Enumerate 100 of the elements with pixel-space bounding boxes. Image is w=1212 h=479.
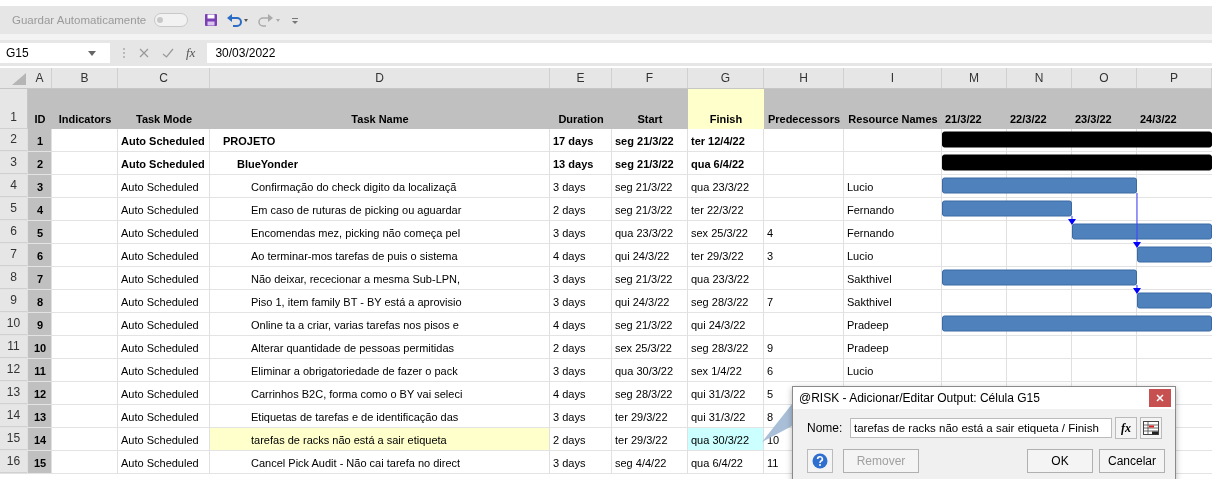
table-cell: seg 21/3/22 [615,319,673,331]
row-number[interactable]: 7 [0,244,28,266]
table-cell: Sakthivel [847,273,892,285]
check-icon[interactable] [162,47,174,59]
dependency-arrow [1133,192,1141,248]
column-header[interactable]: P [1137,68,1212,88]
row-number[interactable]: 13 [0,382,28,404]
column-header[interactable]: I [844,68,942,88]
table-cell: Auto Scheduled [121,457,199,469]
table-cell: Auto Scheduled [121,204,199,216]
table-cell-text: PROJETO [222,134,277,149]
row-number[interactable]: 16 [0,451,28,473]
table-cell: qua 23/3/22 [615,227,674,239]
name-box[interactable]: G15 [0,43,110,63]
column-header[interactable]: F [612,68,688,88]
column-heading: Predecessors [766,112,842,127]
column-header[interactable]: E [550,68,612,88]
table-cell: sex 25/3/22 [615,342,672,354]
column-header[interactable]: M [942,68,1007,88]
dropdown-icon[interactable] [88,50,96,56]
column-heading: ID [33,112,47,127]
row-number[interactable]: 2 [0,129,28,151]
row-number[interactable]: 8 [0,267,28,289]
column-heading: Start [636,112,664,127]
save-icon[interactable] [204,13,219,27]
table-cell: 13 [28,405,52,427]
help-button[interactable] [807,449,833,473]
row-number[interactable]: 9 [0,290,28,312]
table-cell: Auto Scheduled [121,319,199,331]
table-cell: qui 24/3/22 [615,296,670,308]
select-range-button[interactable] [1140,417,1162,439]
column-header[interactable]: A [28,68,52,88]
name-field[interactable]: tarefas de racks não está a sair etiqueta / Finish [850,418,1112,438]
table-cell-text: qua 6/4/22 [690,456,744,471]
table-cell: 7 [767,296,774,308]
dialog-title: @RISK - Adicionar/Editar Output: Célula G15 [799,391,1040,405]
column-heading: Task Mode [135,112,193,127]
table-cell: 4 days [553,319,586,331]
table-cell: 4 [28,198,52,220]
column-heading: Duration [557,112,605,127]
close-button[interactable] [1149,389,1171,407]
column-header[interactable]: N [1007,68,1072,88]
table-cell: seg 4/4/22 [615,457,667,469]
table-cell: 3 days [553,457,586,469]
table-cell: 2 [28,152,52,174]
table-cell: 8 [28,290,52,312]
cancel-icon[interactable] [138,47,150,59]
table-cell-text: Em caso de ruturas de picking ou aguardar [250,203,463,218]
table-cell-text: qua 23/3/22 [690,180,751,195]
row-number[interactable]: 12 [0,359,28,381]
function-button[interactable]: fx [1115,417,1137,439]
table-cell: 4 days [553,250,586,262]
table-cell: Fernando [847,227,895,239]
table-cell: Pradeep [847,342,889,354]
ok-button[interactable]: OK [1026,449,1093,473]
table-cell: 3 days [553,365,586,377]
help-icon [812,453,828,469]
table-cell: 14 [28,428,52,450]
table-cell-text: ter 12/4/22 [690,134,746,149]
column-heading: Finish [688,89,764,129]
table-cell: 7 [28,267,52,289]
table-cell: Auto Scheduled [121,411,199,423]
column-header[interactable]: G [688,68,764,88]
formula-field[interactable]: 30/03/2022 [207,43,1212,63]
table-cell: Auto Scheduled [121,434,199,446]
insert-function-button[interactable]: fx [186,45,196,61]
row-number[interactable]: 6 [0,221,28,243]
row-number[interactable]: 14 [0,405,28,427]
row-number[interactable]: 3 [0,152,28,174]
table-cell: Auto Scheduled [121,365,199,377]
table-cell: 2 days [553,342,586,354]
cancel-button[interactable]: Cancelar [1098,449,1165,473]
table-cell: 15 [28,451,52,473]
undo-icon[interactable] [226,13,251,27]
table-cell-text: Ao terminar-mos tarefas de puis o sistema [250,249,459,264]
row-number[interactable]: 11 [0,336,28,358]
table-cell-text: qui 31/3/22 [690,387,747,402]
column-header[interactable]: C [118,68,210,88]
table-cell-text: qua 23/3/22 [690,272,751,287]
table-cell: tarefas de racks não está a sair etiqueta [210,428,550,450]
table-cell-text: qui 24/3/22 [690,318,747,333]
table-icon [1143,421,1159,435]
row-number[interactable]: 4 [0,175,28,197]
column-heading: 22/3/22 [1009,112,1048,127]
table-cell: qui 24/3/22 [615,250,670,262]
table-cell: 3 [767,250,774,262]
column-header[interactable]: B [52,68,118,88]
table-cell: seg 21/3/22 [615,135,674,147]
table-cell: Auto Scheduled [121,273,199,285]
table-cell: Pradeep [847,319,889,331]
row-number[interactable]: 1 [0,89,28,129]
column-header[interactable]: O [1072,68,1137,88]
table-cell: 13 days [553,158,594,170]
column-header[interactable]: H [764,68,844,88]
table-cell: qua 30/3/22 [615,365,674,377]
row-number[interactable]: 5 [0,198,28,220]
autosave-toggle[interactable] [154,13,189,27]
column-header[interactable]: D [210,68,550,88]
row-number[interactable]: 10 [0,313,28,335]
row-number[interactable]: 15 [0,428,28,450]
